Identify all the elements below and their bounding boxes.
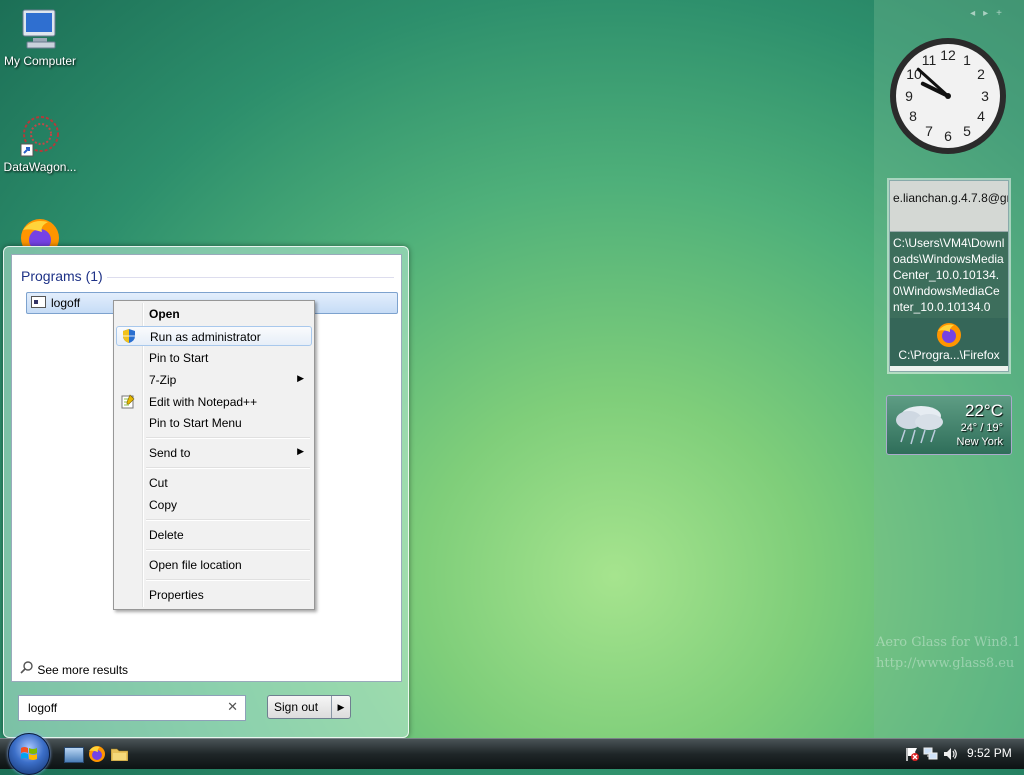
datawagon-icon [17, 114, 63, 158]
desktop-icon-firefox[interactable] [0, 216, 80, 248]
sign-out-label: Sign out [274, 700, 319, 714]
taskbar: 9:52 PM [0, 733, 1024, 775]
menu-item-label: Run as administrator [150, 330, 261, 344]
notes-email: e.lianchan.g.4.7.8@gmail.com [890, 181, 1008, 232]
clock-numeral: 12 [940, 47, 956, 63]
search-input[interactable] [26, 700, 220, 716]
menu-item-copy[interactable]: Copy [116, 495, 312, 515]
menu-item-label: Send to [149, 446, 191, 460]
notes-shortcut-label: C:\Progra...\Firefox [898, 348, 1000, 362]
clock-numeral: 6 [944, 128, 952, 144]
power-options-arrow-icon[interactable]: ▶ [331, 696, 350, 718]
submenu-arrow-icon: ▶ [297, 446, 304, 456]
see-more-results-link[interactable]: See more results [20, 661, 128, 677]
weather-city: New York [956, 436, 1003, 448]
console-app-icon [31, 296, 46, 308]
divider [107, 277, 394, 278]
menu-item-open[interactable]: Open [116, 304, 312, 324]
menu-item-label: Cut [149, 476, 168, 490]
clock-numeral: 8 [909, 108, 917, 124]
menu-item-label: Delete [149, 528, 184, 542]
clock-numeral: 5 [963, 123, 971, 139]
menu-separator [146, 579, 310, 581]
network-icon[interactable] [923, 746, 939, 762]
firefox-icon[interactable] [88, 745, 106, 763]
clock-numeral: 10 [906, 66, 922, 82]
menu-item-label: Open [149, 307, 180, 321]
start-button[interactable] [8, 733, 50, 775]
clear-search-icon[interactable]: ✕ [227, 699, 238, 715]
notes-shortcut[interactable]: C:\Progra...\Firefox [890, 318, 1008, 366]
aero-glass-watermark: Aero Glass for Win8.1 http://www.glass8.… [876, 632, 1020, 674]
windows-logo-icon [20, 745, 38, 763]
rain-cloud-icon [891, 400, 947, 448]
menu-item-label: Edit with Notepad++ [149, 395, 258, 409]
firefox-icon [18, 216, 62, 246]
menu-item-label: Pin to Start [149, 351, 209, 365]
programs-header: Programs (1) [21, 268, 103, 284]
firefox-icon [936, 322, 962, 348]
clock-gadget[interactable]: 12 1 2 3 4 5 6 7 8 9 10 11 [888, 36, 1008, 156]
sign-out-button[interactable]: Sign out ▶ [267, 695, 351, 719]
clock-numeral: 4 [977, 108, 985, 124]
search-result-label: logoff [51, 296, 81, 310]
menu-item-send-to[interactable]: Send to ▶ [116, 443, 312, 463]
menu-item-label: 7-Zip [149, 373, 177, 387]
action-center-flag-icon[interactable] [904, 746, 920, 762]
menu-item-run-as-administrator[interactable]: Run as administrator [116, 326, 312, 346]
watermark-line: Aero Glass for Win8.1 [876, 635, 1021, 650]
volume-icon[interactable] [942, 746, 958, 762]
watermark-url: http://www.glass8.eu [876, 656, 1015, 671]
clock-numeral: 7 [925, 123, 933, 139]
weather-temp: 22°C [965, 401, 1003, 420]
menu-item-properties[interactable]: Properties [116, 585, 312, 605]
menu-item-label: Pin to Start Menu [149, 416, 242, 430]
explorer-window-icon[interactable] [64, 747, 84, 763]
computer-icon [19, 8, 61, 52]
menu-item-label: Open file location [149, 558, 242, 572]
menu-separator [146, 549, 310, 551]
clock-numeral: 2 [977, 66, 985, 82]
uac-shield-icon [121, 328, 137, 344]
menu-separator [146, 519, 310, 521]
desktop-icon-label: DataWagon... [3, 160, 77, 174]
menu-separator [146, 467, 310, 469]
submenu-arrow-icon: ▶ [297, 373, 304, 383]
desktop-icon-my-computer[interactable]: My Computer [0, 8, 80, 68]
menu-item-pin-to-start-menu[interactable]: Pin to Start Menu [116, 413, 312, 433]
menu-item-label: Copy [149, 498, 178, 512]
context-menu: Open Run as administrator Pin to Start 7… [113, 300, 315, 610]
desktop-icon-datawagon[interactable]: DataWagon... [0, 114, 80, 174]
clock-numeral: 9 [905, 88, 913, 104]
start-search-box[interactable]: ✕ [18, 695, 246, 721]
weather-gadget[interactable]: 22°C 24° / 19° New York [886, 395, 1012, 455]
menu-separator [146, 437, 310, 439]
weather-range: 24° / 19° [960, 422, 1003, 434]
clock-numeral: 11 [922, 52, 937, 68]
menu-item-open-file-location[interactable]: Open file location [116, 555, 312, 575]
notes-path: C:\Users\VM4\Downloads\WindowsMediaCente… [890, 232, 1008, 318]
notes-gadget[interactable]: e.lianchan.g.4.7.8@gmail.com C:\Users\VM… [889, 180, 1009, 372]
menu-item-7-zip[interactable]: 7-Zip ▶ [116, 370, 312, 390]
sidebar-nav-arrows[interactable]: ◂▸+ [970, 8, 1010, 19]
menu-item-delete[interactable]: Delete [116, 525, 312, 545]
desktop-icon-label: My Computer [3, 54, 77, 68]
clock-numeral: 3 [981, 88, 989, 104]
menu-item-label: Properties [149, 588, 204, 602]
menu-item-cut[interactable]: Cut [116, 473, 312, 493]
menu-item-pin-to-start[interactable]: Pin to Start [116, 348, 312, 368]
search-icon [20, 661, 34, 677]
menu-item-edit-with-notepad-plus-plus[interactable]: Edit with Notepad++ [116, 392, 312, 412]
see-more-label: See more results [37, 663, 129, 677]
taskbar-clock[interactable]: 9:52 PM [967, 746, 1012, 760]
notepad-plus-plus-icon [120, 393, 136, 409]
clock-numeral: 1 [963, 52, 971, 68]
folder-icon[interactable] [110, 747, 129, 762]
